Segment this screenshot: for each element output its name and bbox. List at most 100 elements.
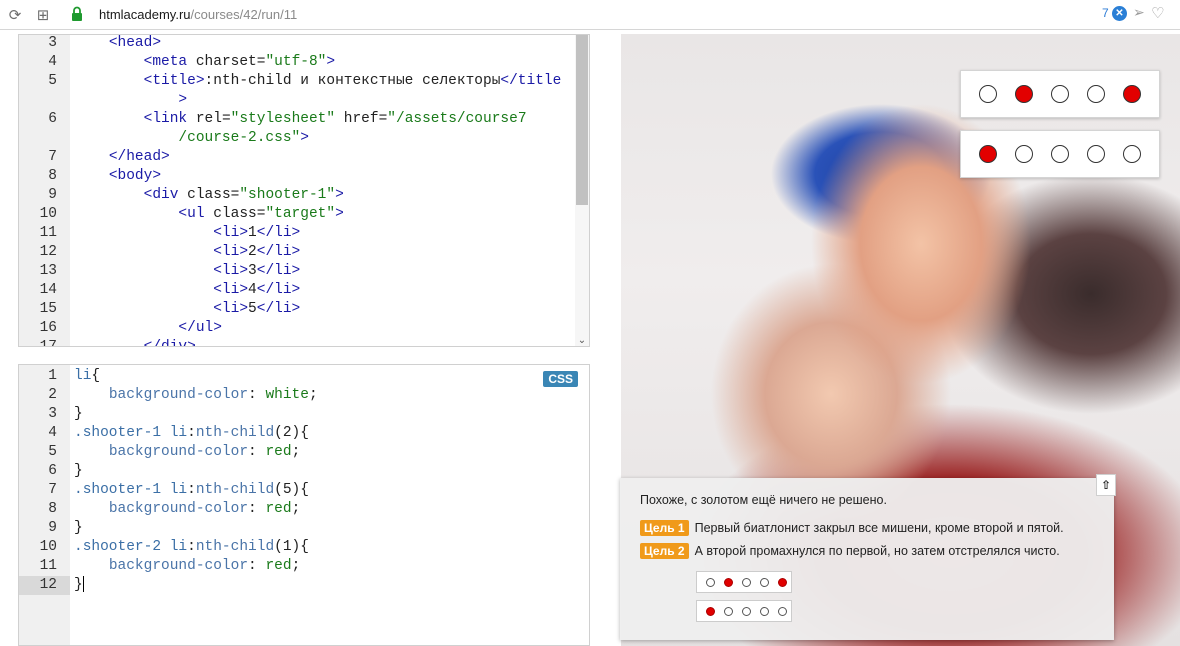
code-text[interactable]: <ul class="target">: [74, 205, 343, 224]
code-text[interactable]: </div>: [74, 338, 196, 346]
expected-dot: [760, 607, 769, 616]
code-text[interactable]: }: [74, 576, 84, 595]
line-number: 2: [48, 387, 57, 403]
expected-dot: [778, 607, 787, 616]
html-code-editor[interactable]: 3 <head> 4 <meta charset="utf-8"> 5 <title…: [18, 34, 590, 347]
line-number: 16: [39, 320, 57, 336]
css-language-badge: CSS: [543, 371, 578, 387]
html-editor-scrollbar[interactable]: ⌄: [575, 35, 589, 346]
code-text[interactable]: .shooter-2 li:nth-child(1){: [74, 538, 309, 557]
line-number: 6: [48, 463, 57, 479]
code-text[interactable]: </head>: [74, 148, 170, 167]
task-panel: ⇧ Похоже, с золотом ещё ничего не решено…: [620, 474, 1116, 640]
line-number: 4: [48, 425, 57, 441]
scroll-down-icon[interactable]: ⌄: [577, 335, 587, 346]
target-dot: [1087, 85, 1105, 103]
extension-icon[interactable]: ✕: [1112, 6, 1127, 21]
code-text[interactable]: /course-2.css">: [74, 129, 309, 148]
code-text[interactable]: }: [74, 462, 83, 481]
code-text[interactable]: <body>: [74, 167, 161, 186]
code-text[interactable]: background-color: red;: [74, 500, 300, 519]
code-text[interactable]: background-color: red;: [74, 557, 300, 576]
code-text[interactable]: li{: [74, 367, 100, 386]
extension-badge-count: 7: [1102, 6, 1109, 20]
line-number: 15: [39, 301, 57, 317]
target-dot: [1123, 145, 1141, 163]
code-text[interactable]: <head>: [74, 35, 161, 53]
line-number: 3: [48, 35, 57, 51]
code-text[interactable]: <li>4</li>: [74, 281, 300, 300]
line-number: 12: [39, 577, 57, 593]
code-text[interactable]: <li>3</li>: [74, 262, 300, 281]
expected-hit-dot: [778, 578, 787, 587]
line-number: 7: [48, 482, 57, 498]
code-text[interactable]: <link rel="stylesheet" href="/assets/cou…: [74, 110, 527, 129]
goal-2-text: А второй промахнулся по первой, но затем…: [694, 544, 1060, 558]
target-dot: [979, 85, 997, 103]
line-number: 11: [39, 558, 57, 574]
line-number: 1: [48, 368, 57, 384]
expected-shooter-1-target: [696, 571, 792, 593]
collapse-task-button[interactable]: ⇧: [1096, 474, 1116, 496]
line-number: 8: [48, 501, 57, 517]
code-text[interactable]: </ul>: [74, 319, 222, 338]
code-text[interactable]: >: [74, 91, 187, 110]
target-dot: [1051, 85, 1069, 103]
goal-1-text: Первый биатлонист закрыл все мишени, кро…: [694, 521, 1064, 535]
line-number: 14: [39, 282, 57, 298]
code-text[interactable]: .shooter-1 li:nth-child(2){: [74, 424, 309, 443]
expected-dot: [742, 578, 751, 587]
line-number: 11: [39, 225, 57, 241]
line-number: 5: [48, 444, 57, 460]
lock-icon: [72, 6, 82, 21]
browser-toolbar: ⟳ ⊞ htmlacademy.ru/courses/42/run/11 7 ✕…: [0, 0, 1180, 30]
code-text[interactable]: .shooter-1 li:nth-child(5){: [74, 481, 309, 500]
line-number: 7: [48, 149, 57, 165]
line-number: 17: [39, 339, 57, 347]
target-dot: [1051, 145, 1069, 163]
line-number: 12: [39, 244, 57, 260]
line-number: 6: [48, 111, 57, 127]
reload-icon[interactable]: ⟳: [6, 6, 24, 24]
goal-2: Цель 2 А второй промахнулся по первой, но…: [640, 543, 1060, 559]
code-text[interactable]: <title>:nth-child и контекстные селектор…: [74, 72, 562, 91]
css-code-editor[interactable]: 1 li{ 2 background-color: white; 3} 4 .shoote…: [18, 364, 590, 646]
scrollbar-thumb[interactable]: [576, 35, 588, 205]
code-text[interactable]: <li>1</li>: [74, 224, 300, 243]
line-number: 10: [39, 206, 57, 222]
code-text[interactable]: }: [74, 405, 83, 424]
code-text[interactable]: <li>5</li>: [74, 300, 300, 319]
goal-2-badge: Цель 2: [640, 543, 689, 559]
task-intro: Похоже, с золотом ещё ничего не решено.: [640, 493, 887, 507]
url-path: /courses/42/run/11: [190, 7, 298, 22]
code-text[interactable]: }: [74, 519, 83, 538]
line-number: 10: [39, 539, 57, 555]
target-hit-dot: [1015, 85, 1033, 103]
target-hit-dot: [1123, 85, 1141, 103]
url-host: htmlacademy.ru: [99, 7, 191, 22]
code-text[interactable]: background-color: red;: [74, 443, 300, 462]
line-number: 13: [39, 263, 57, 279]
favorite-heart-icon[interactable]: ♡: [1151, 4, 1164, 22]
expected-dot: [742, 607, 751, 616]
code-text[interactable]: <li>2</li>: [74, 243, 300, 262]
code-text[interactable]: <meta charset="utf-8">: [74, 53, 335, 72]
shooter-1-target: [960, 70, 1160, 118]
target-dot: [1015, 145, 1033, 163]
expected-dot: [724, 607, 733, 616]
line-number: 3: [48, 406, 57, 422]
line-number: 9: [48, 187, 57, 203]
line-number: 4: [48, 54, 57, 70]
line-number: 9: [48, 520, 57, 536]
target-dot: [1087, 145, 1105, 163]
code-text[interactable]: <div class="shooter-1">: [74, 186, 344, 205]
apps-grid-icon[interactable]: ⊞: [34, 6, 52, 24]
expected-dot: [706, 578, 715, 587]
address-bar[interactable]: htmlacademy.ru/courses/42/run/11: [99, 7, 297, 22]
goal-1: Цель 1 Первый биатлонист закрыл все мишен…: [640, 520, 1064, 536]
expected-dot: [760, 578, 769, 587]
expected-hit-dot: [724, 578, 733, 587]
code-text[interactable]: background-color: white;: [74, 386, 318, 405]
shooter-2-target: [960, 130, 1160, 178]
share-icon[interactable]: ➢: [1133, 5, 1145, 21]
